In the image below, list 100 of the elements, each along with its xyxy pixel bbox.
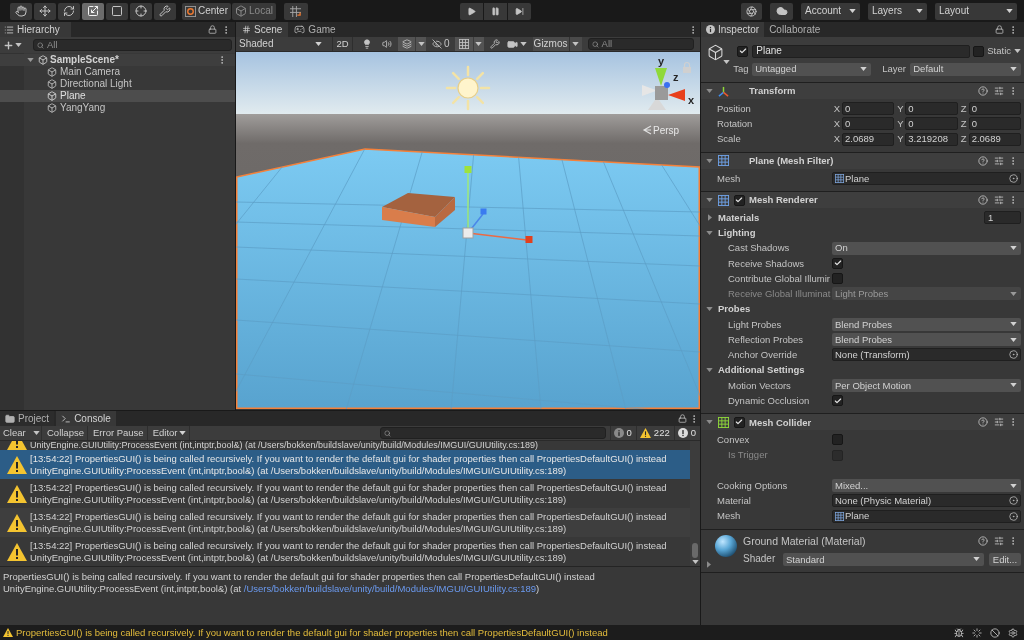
checkbox[interactable] — [973, 45, 985, 57]
sliders-icon[interactable] — [994, 417, 1004, 428]
grid-toggle[interactable] — [454, 37, 473, 51]
gizmos-toggle[interactable]: Gizmos — [532, 37, 569, 51]
component-header[interactable]: Plane (Mesh Filter) — [701, 151, 1024, 169]
checkbox[interactable] — [832, 257, 843, 269]
tool-button[interactable] — [34, 2, 56, 20]
dropdown[interactable]: Default — [910, 62, 1021, 76]
scene-toggle[interactable] — [398, 37, 415, 51]
lock-icon[interactable] — [208, 25, 217, 34]
dropdown[interactable]: Per Object Motion — [832, 378, 1021, 392]
number-field[interactable]: 0 — [968, 102, 1021, 116]
panel-tab[interactable]: Scene — [236, 22, 289, 37]
component-header[interactable]: Transform — [701, 82, 1024, 99]
static-dropdown[interactable]: Static — [987, 46, 1021, 56]
toggle-button[interactable]: Error Pause — [89, 426, 148, 440]
checkbox[interactable] — [832, 273, 843, 285]
dropdown[interactable]: On — [832, 241, 1021, 255]
checkbox[interactable] — [733, 194, 745, 206]
number-field[interactable]: 0 — [905, 102, 958, 116]
scene-row[interactable]: SampleScene* — [0, 54, 235, 66]
dropdown[interactable]: Standard — [783, 552, 984, 566]
loader-icon[interactable] — [972, 627, 982, 638]
sliders-icon[interactable] — [994, 155, 1004, 166]
pause-button[interactable] — [484, 2, 507, 20]
checkbox[interactable] — [832, 434, 843, 446]
sliders-icon[interactable] — [994, 536, 1004, 547]
search-field[interactable] — [379, 427, 606, 439]
component-header[interactable]: Mesh Collider — [701, 413, 1024, 431]
clear-button[interactable]: Clear — [0, 426, 31, 440]
count-toggle[interactable]: 0 — [609, 426, 635, 440]
tree-item[interactable]: Plane — [0, 90, 235, 102]
help-icon[interactable] — [978, 536, 988, 547]
search-field[interactable]: All — [587, 38, 694, 50]
lock-icon[interactable] — [995, 25, 1004, 34]
number-field[interactable]: 0 — [905, 117, 958, 131]
sliders-icon[interactable] — [994, 86, 1004, 96]
tree-item[interactable]: Main Camera — [0, 66, 235, 78]
tool-button[interactable] — [10, 2, 32, 20]
scrollbar[interactable] — [690, 441, 700, 566]
checkbox[interactable] — [733, 416, 745, 428]
section-label[interactable]: Materials — [718, 212, 760, 223]
collab-button[interactable] — [741, 2, 762, 20]
panel-tab[interactable]: Console — [56, 411, 116, 426]
log-entry[interactable] — [0, 450, 690, 479]
tool-button[interactable] — [106, 2, 128, 20]
tree-item[interactable]: YangYang — [0, 102, 235, 114]
circle-dot-icon[interactable] — [1009, 511, 1018, 521]
help-icon[interactable] — [978, 195, 988, 205]
help-icon[interactable] — [978, 155, 988, 166]
mode-2d-toggle[interactable]: 2D — [332, 37, 353, 51]
dropdown[interactable]: Blend Probes — [832, 333, 1021, 347]
toggle-button[interactable]: Collapse — [44, 426, 88, 440]
settings-icon[interactable] — [1008, 627, 1018, 638]
tool-button[interactable] — [130, 2, 152, 20]
checkbox[interactable] — [832, 395, 843, 407]
number-field[interactable]: 0 — [842, 102, 895, 116]
visibility-toggle[interactable]: 0 — [430, 37, 452, 51]
search-field[interactable]: All — [33, 39, 232, 51]
circle-dot-icon[interactable] — [1009, 496, 1018, 506]
scrollbar-thumb[interactable] — [692, 543, 698, 558]
tool-button[interactable] — [154, 2, 176, 20]
add-button[interactable] — [3, 39, 22, 51]
section-label[interactable]: Probes — [718, 304, 751, 314]
help-icon[interactable] — [978, 417, 988, 428]
step-button[interactable] — [508, 2, 531, 20]
number-field[interactable]: 1 — [984, 211, 1021, 225]
orientation-gizmo[interactable] — [642, 68, 685, 110]
object-field[interactable]: None (Transform) — [832, 348, 1021, 362]
help-icon[interactable] — [978, 86, 988, 96]
count-toggle[interactable]: 222 — [635, 426, 673, 440]
number-field[interactable]: 3.219208 — [905, 132, 958, 146]
dropdown[interactable]: Blend Probes — [832, 317, 1021, 331]
number-field[interactable]: 0 — [842, 117, 895, 131]
checkbox[interactable] — [737, 45, 749, 57]
panel-tab[interactable]: Project — [0, 411, 55, 426]
sliders-icon[interactable] — [994, 195, 1004, 205]
log-entry[interactable] — [0, 508, 690, 537]
pivot-button[interactable]: Center — [182, 2, 231, 20]
ban-icon[interactable] — [990, 627, 1000, 638]
menu-dropdown[interactable]: Layers — [868, 2, 927, 20]
object-field[interactable]: Plane — [832, 171, 1021, 185]
panel-tab[interactable]: Hierarchy — [0, 22, 71, 37]
lock-icon[interactable] — [678, 414, 687, 423]
component-header[interactable]: Mesh Renderer — [701, 191, 1024, 208]
editor-dropdown[interactable]: Editor — [149, 426, 191, 440]
bug-icon[interactable] — [954, 627, 964, 638]
tool-button[interactable] — [58, 2, 80, 20]
panel-tab[interactable]: Inspector — [701, 22, 765, 37]
count-toggle[interactable]: 0 — [673, 426, 699, 440]
cloud-button[interactable] — [770, 2, 793, 20]
dropdown-button[interactable] — [31, 426, 42, 440]
snap-button[interactable] — [283, 2, 308, 20]
dropdown[interactable]: Mixed... — [832, 479, 1021, 493]
play-button[interactable] — [460, 2, 483, 20]
number-field[interactable]: 2.0689 — [968, 132, 1021, 146]
tree-item[interactable]: Directional Light — [0, 78, 235, 90]
edit-button[interactable]: Edit... — [989, 552, 1021, 566]
name-field[interactable]: Plane — [752, 44, 971, 58]
menu-dropdown[interactable]: Account — [801, 2, 860, 20]
